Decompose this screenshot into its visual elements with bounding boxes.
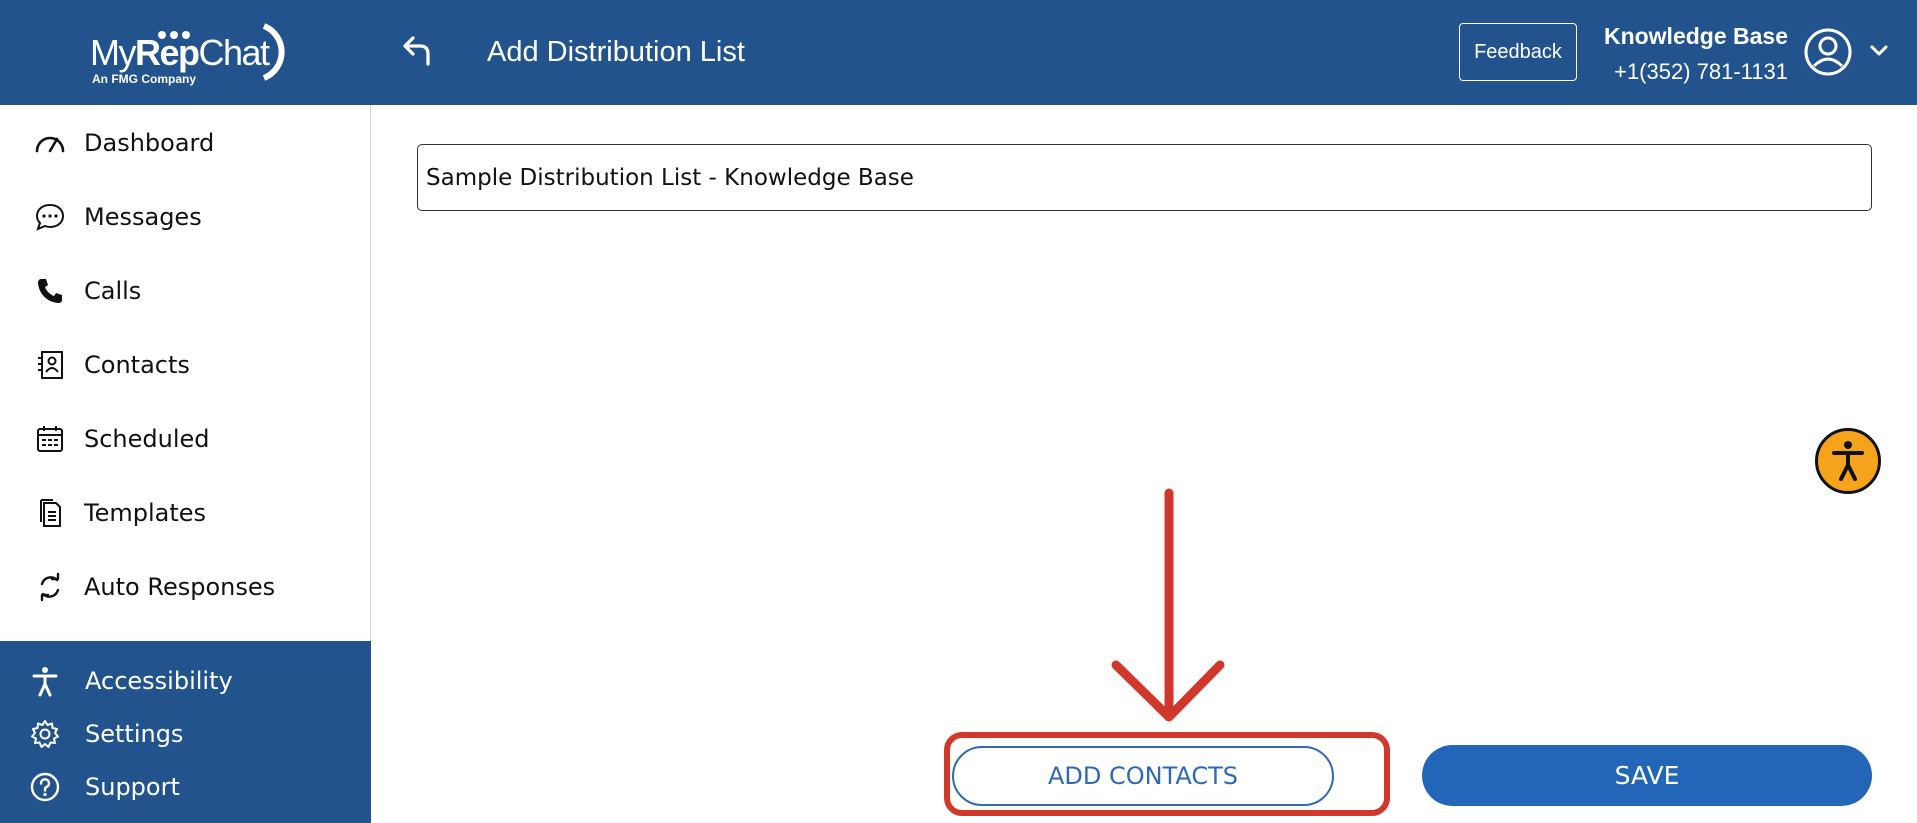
sidebar-item-label: Accessibility [85,667,233,695]
sidebar-bottom-nav: Accessibility Settings Support [0,641,371,823]
sidebar-item-label: Support [85,773,180,801]
sidebar-item-calls[interactable]: Calls [0,261,370,321]
sidebar-item-settings[interactable]: Settings [0,710,371,758]
user-avatar-icon[interactable] [1804,28,1852,76]
user-phone: +1(352) 781-1131 [1614,59,1788,84]
logo-tagline: An FMG Company [92,72,196,86]
phone-icon [38,279,62,303]
logo-area: MyRepChat An FMG Company [0,0,371,105]
logo-arc-icon [262,23,285,81]
accessibility-icon [32,667,58,697]
refresh-icon [40,572,60,602]
add-contacts-button[interactable]: ADD CONTACTS [952,746,1334,806]
sidebar-item-label: Contacts [84,351,190,379]
sidebar-item-label: Auto Responses [84,573,276,601]
sidebar-item-contacts[interactable]: Contacts [0,335,370,395]
sidebar-item-label: Messages [84,203,202,231]
sidebar-item-support[interactable]: Support [0,763,371,811]
calendar-icon [37,426,63,452]
document-icon [40,499,61,527]
sidebar-item-label: Settings [85,720,184,748]
sidebar-item-auto-responses[interactable]: Auto Responses [0,557,370,617]
sidebar-item-dashboard[interactable]: Dashboard [0,113,370,173]
chat-bubble-icon [35,203,65,231]
user-name: Knowledge Base [1603,23,1788,49]
sidebar-item-messages[interactable]: Messages [0,187,370,247]
sidebar-item-label: Templates [84,499,207,527]
gear-icon [31,720,59,748]
help-icon [30,772,60,802]
annotation-arrow [1111,488,1225,722]
save-button[interactable]: SAVE [1422,745,1872,806]
contact-card-icon [38,351,63,379]
sidebar-item-label: Scheduled [84,425,210,453]
page-title: Add Distribution List [487,36,745,68]
speedometer-icon [35,136,65,153]
sidebar-item-templates[interactable]: Templates [0,483,370,543]
logo-wordmark: MyRepChat [90,32,270,73]
sidebar-item-scheduled[interactable]: Scheduled [0,409,370,469]
back-arrow-icon[interactable] [398,34,438,70]
accessibility-widget-button[interactable] [1815,428,1881,494]
sidebar-item-accessibility[interactable]: Accessibility [0,657,371,705]
accessibility-person-icon [1832,441,1864,481]
chevron-down-icon[interactable] [1868,42,1890,60]
sidebar-item-label: Dashboard [84,129,215,157]
user-info[interactable]: Knowledge Base +1(352) 781-1131 [1560,18,1788,90]
sidebar-item-label: Calls [84,277,142,305]
distribution-list-name-input[interactable] [417,144,1872,211]
myrepchat-logo[interactable]: MyRepChat An FMG Company [88,18,288,88]
